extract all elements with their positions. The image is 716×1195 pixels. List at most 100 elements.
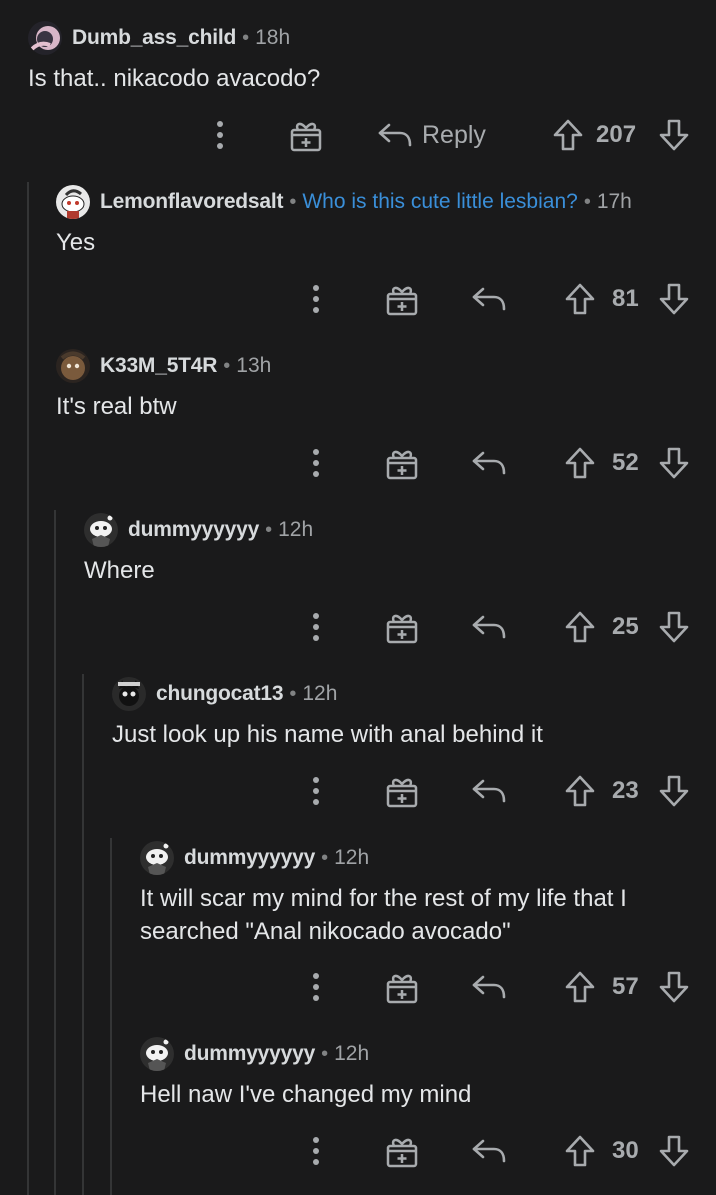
upvote-arrow-icon[interactable] (562, 607, 598, 647)
comment-header: K33M_5T4R • 13h (56, 348, 271, 384)
comment-text: Is that.. nikacodo avacodo? (28, 65, 321, 92)
comment-text: It will scar my mind for the rest of my … (140, 882, 627, 948)
user-avatar[interactable] (140, 1037, 174, 1071)
separator-dot: • (289, 682, 297, 705)
award-gift-icon[interactable] (382, 1131, 422, 1171)
thread-line-level-1[interactable] (27, 182, 29, 1195)
downvote-arrow-icon[interactable] (656, 443, 692, 483)
award-gift-icon[interactable] (382, 967, 422, 1007)
timestamp: 12h (334, 1042, 370, 1065)
comment-text-line: searched "Anal nikocado avocado" (140, 918, 511, 945)
timestamp: 12h (302, 682, 338, 705)
downvote-arrow-icon[interactable] (656, 771, 692, 811)
user-avatar[interactable] (56, 349, 90, 383)
user-avatar[interactable] (28, 21, 62, 55)
comment-text: Yes (56, 229, 96, 256)
timestamp: 17h (596, 190, 632, 213)
timestamp: 12h (334, 846, 370, 869)
downvote-arrow-icon[interactable] (656, 967, 692, 1007)
comment-actions: 25 (84, 607, 716, 647)
separator-dot: • (242, 26, 250, 49)
more-options-icon[interactable] (210, 115, 230, 155)
reply-button[interactable] (472, 443, 506, 483)
timestamp: 12h (278, 518, 314, 541)
username[interactable]: Lemonflavoredsalt (100, 190, 284, 214)
downvote-arrow-icon[interactable] (656, 115, 692, 155)
separator-dot: • (321, 1042, 329, 1065)
comment-text-line: It will scar my mind for the rest of my … (140, 885, 627, 912)
comment-actions: 52 (56, 443, 716, 483)
upvote-arrow-icon[interactable] (562, 279, 598, 319)
comment-header: Lemonflavoredsalt • Who is this cute lit… (56, 184, 632, 220)
more-options-icon[interactable] (306, 967, 326, 1007)
username[interactable]: dummyyyyyy (184, 1042, 315, 1066)
vote-score: 23 (612, 777, 639, 804)
username[interactable]: chungocat13 (156, 682, 284, 706)
comment-text: Hell naw I've changed my mind (140, 1081, 472, 1108)
comment-actions: 30 (140, 1131, 716, 1171)
user-avatar[interactable] (112, 677, 146, 711)
upvote-arrow-icon[interactable] (562, 1131, 598, 1171)
comment-header: Dumb_ass_child • 18h (28, 20, 290, 56)
vote-score: 25 (612, 613, 639, 640)
comment-text: Just look up his name with anal behind i… (112, 721, 543, 748)
more-options-icon[interactable] (306, 1131, 326, 1171)
separator-dot: • (583, 190, 591, 213)
separator-dot: • (223, 354, 231, 377)
timestamp: 13h (236, 354, 272, 377)
user-avatar[interactable] (140, 841, 174, 875)
user-flair: Who is this cute little lesbian? (302, 190, 578, 213)
more-options-icon[interactable] (306, 443, 326, 483)
downvote-arrow-icon[interactable] (656, 1131, 692, 1171)
reply-label: Reply (422, 120, 486, 149)
username[interactable]: K33M_5T4R (100, 354, 217, 378)
username[interactable]: Dumb_ass_child (72, 26, 236, 50)
reply-button[interactable] (472, 607, 506, 647)
username[interactable]: dummyyyyyy (128, 518, 259, 542)
comment-header: chungocat13 • 12h (112, 676, 337, 712)
award-gift-icon[interactable] (382, 279, 422, 319)
vote-score: 30 (612, 1137, 639, 1164)
user-avatar[interactable] (84, 513, 118, 547)
thread-line-level-4[interactable] (110, 838, 112, 1195)
award-gift-icon[interactable] (286, 115, 326, 155)
thread-line-level-2[interactable] (54, 510, 56, 1195)
vote-score: 57 (612, 973, 639, 1000)
username[interactable]: dummyyyyyy (184, 846, 315, 870)
user-avatar[interactable] (56, 185, 90, 219)
comment-header: dummyyyyyy • 12h (140, 1036, 369, 1072)
award-gift-icon[interactable] (382, 607, 422, 647)
reply-button[interactable] (472, 279, 506, 319)
comment-header: dummyyyyyy • 12h (140, 840, 369, 876)
timestamp: 18h (255, 26, 291, 49)
reply-button[interactable] (472, 771, 506, 811)
separator-dot: • (321, 846, 329, 869)
comment-actions: Reply 207 (28, 115, 716, 155)
comment-actions: 23 (112, 771, 716, 811)
reply-button[interactable] (472, 1131, 506, 1171)
award-gift-icon[interactable] (382, 443, 422, 483)
comment-actions: 57 (140, 967, 716, 1007)
vote-score: 52 (612, 449, 639, 476)
vote-score: 207 (596, 121, 637, 148)
upvote-arrow-icon[interactable] (562, 967, 598, 1007)
more-options-icon[interactable] (306, 771, 326, 811)
more-options-icon[interactable] (306, 279, 326, 319)
downvote-arrow-icon[interactable] (656, 279, 692, 319)
award-gift-icon[interactable] (382, 771, 422, 811)
separator-dot: • (289, 190, 297, 213)
downvote-arrow-icon[interactable] (656, 607, 692, 647)
comment-header: dummyyyyyy • 12h (84, 512, 313, 548)
upvote-arrow-icon[interactable] (550, 115, 586, 155)
reply-button[interactable] (472, 967, 506, 1007)
upvote-arrow-icon[interactable] (562, 771, 598, 811)
comment-actions: 81 (56, 279, 716, 319)
reply-button[interactable]: Reply (378, 115, 486, 155)
more-options-icon[interactable] (306, 607, 326, 647)
separator-dot: • (265, 518, 273, 541)
upvote-arrow-icon[interactable] (562, 443, 598, 483)
comment-text: It's real btw (56, 393, 177, 420)
vote-score: 81 (612, 285, 639, 312)
thread-line-level-3[interactable] (82, 674, 84, 1195)
comment-text: Where (84, 557, 155, 584)
